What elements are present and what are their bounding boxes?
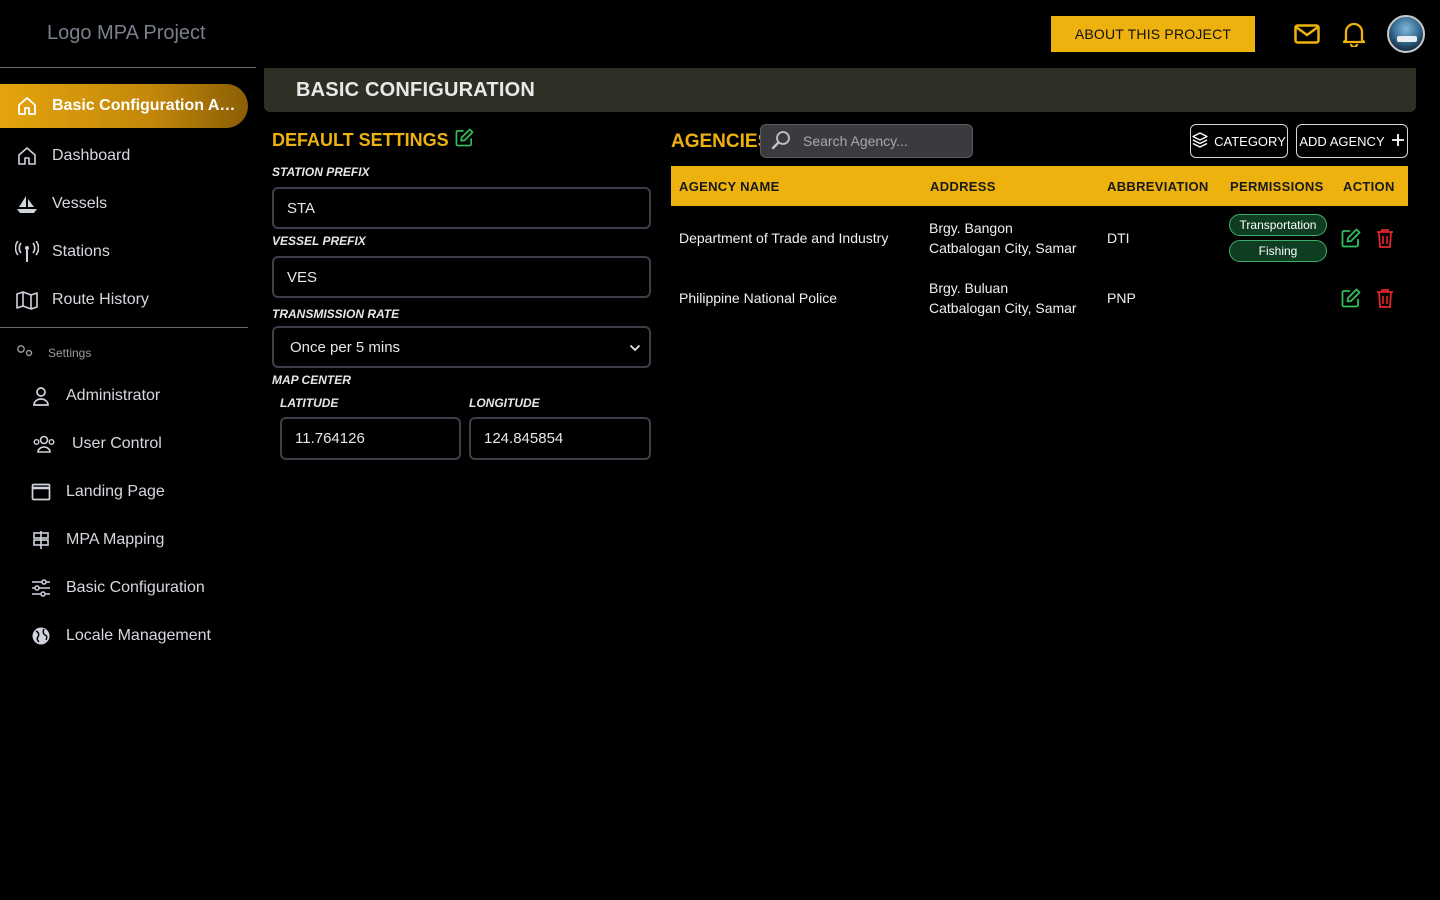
longitude-input[interactable]: 124.845854	[469, 417, 651, 460]
sidebar-item-label: User Control	[72, 435, 162, 452]
home-icon	[0, 146, 52, 166]
vessel-prefix-input[interactable]: VES	[272, 256, 651, 298]
default-settings-title: DEFAULT SETTINGS	[272, 128, 474, 152]
transmission-rate-select[interactable]: Once per 5 mins	[272, 326, 651, 368]
sliders-icon	[0, 579, 66, 597]
chevron-down-icon	[629, 339, 641, 356]
sidebar-item-label: Locale Management	[66, 627, 211, 644]
users-icon	[0, 434, 72, 454]
globe-icon	[0, 626, 66, 646]
app-logo: Logo MPA Project	[47, 22, 206, 44]
latitude-input[interactable]: 11.764126	[280, 417, 461, 460]
page-title: BASIC CONFIGURATION	[264, 68, 1416, 112]
sidebar-item-label: Landing Page	[66, 483, 165, 500]
sidebar-item-user-control[interactable]: User Control	[0, 422, 248, 466]
bell-icon[interactable]	[1340, 20, 1368, 48]
map-icon	[0, 290, 52, 310]
user-icon	[0, 386, 66, 406]
gears-icon	[16, 344, 34, 361]
sidebar-item-label: Route History	[52, 291, 149, 308]
sidebar-divider	[0, 327, 248, 328]
agencies-table-header: AGENCY NAME ADDRESS ABBREVIATION PERMISS…	[671, 166, 1408, 206]
transmission-rate-label: TRANSMISSION RATE	[272, 307, 400, 321]
station-prefix-label: STATION PREFIX	[272, 165, 370, 179]
agencies-title: AGENCIES	[671, 131, 771, 152]
user-avatar[interactable]	[1387, 15, 1425, 53]
edit-icon[interactable]	[1340, 227, 1362, 249]
home-icon	[0, 96, 52, 116]
sidebar-item-basic-configuration-active[interactable]: Basic Configuration Act...	[0, 84, 248, 128]
signpost-icon	[0, 530, 66, 550]
address-cell: Brgy. Bangon Catbalogan City, Samar	[929, 220, 1077, 256]
layers-icon	[1192, 131, 1208, 151]
sidebar-item-label: Dashboard	[52, 147, 131, 164]
permission-badge: Transportation	[1229, 214, 1327, 236]
address-cell: Brgy. Buluan Catbalogan City, Samar	[929, 280, 1077, 316]
abbreviation-cell: PNP	[1107, 290, 1136, 306]
sidebar-item-route-history[interactable]: Route History	[0, 278, 248, 322]
trash-icon[interactable]	[1374, 227, 1396, 249]
sidebar-item-administrator[interactable]: Administrator	[0, 374, 248, 418]
edit-icon[interactable]	[455, 128, 474, 152]
column-agency-name: AGENCY NAME	[679, 178, 780, 194]
settings-section-label: Settings	[16, 344, 91, 361]
column-address: ADDRESS	[930, 178, 996, 194]
map-center-label: MAP CENTER	[272, 373, 351, 387]
about-project-button[interactable]: ABOUT THIS PROJECT	[1051, 16, 1255, 52]
column-action: ACTION	[1343, 178, 1395, 194]
permission-badge: Fishing	[1229, 240, 1327, 262]
category-button[interactable]: CATEGORY	[1190, 124, 1288, 158]
agency-name-cell: Department of Trade and Industry	[679, 230, 889, 246]
sidebar-item-basic-configuration[interactable]: Basic Configuration	[0, 566, 248, 610]
add-agency-button[interactable]: ADD AGENCY	[1296, 124, 1408, 158]
sidebar-top-divider	[0, 67, 256, 68]
sidebar-item-label: Vessels	[52, 195, 108, 212]
sidebar-item-label: Basic Configuration	[66, 579, 205, 596]
agency-name-cell: Philippine National Police	[679, 290, 837, 306]
station-prefix-input[interactable]: STA	[272, 187, 651, 229]
sidebar-item-stations[interactable]: Stations	[0, 230, 248, 274]
latitude-label: LATITUDE	[280, 396, 339, 410]
sidebar-item-landing-page[interactable]: Landing Page	[0, 470, 248, 514]
longitude-label: LONGITUDE	[469, 396, 540, 410]
mail-icon[interactable]	[1293, 20, 1321, 48]
vessel-prefix-label: VESSEL PREFIX	[272, 234, 366, 248]
sidebar-item-label: MPA Mapping	[66, 531, 165, 548]
sidebar-item-dashboard[interactable]: Dashboard	[0, 134, 248, 178]
sidebar-item-label: Administrator	[66, 387, 161, 404]
antenna-icon	[0, 241, 52, 263]
edit-icon[interactable]	[1340, 287, 1362, 309]
column-abbreviation: ABBREVIATION	[1107, 178, 1209, 194]
sidebar-item-vessels[interactable]: Vessels	[0, 182, 248, 226]
sidebar-item-mpa-mapping[interactable]: MPA Mapping	[0, 518, 248, 562]
trash-icon[interactable]	[1374, 287, 1396, 309]
search-icon	[771, 130, 791, 153]
sidebar-item-label: Stations	[52, 243, 110, 260]
sidebar-item-locale-management[interactable]: Locale Management	[0, 614, 248, 658]
search-agency-input[interactable]: Search Agency...	[760, 124, 973, 158]
sailboat-icon	[0, 194, 52, 214]
abbreviation-cell: DTI	[1107, 230, 1130, 246]
column-permissions: PERMISSIONS	[1230, 178, 1324, 194]
sidebar-item-label: Basic Configuration Act...	[52, 97, 244, 114]
window-icon	[0, 483, 66, 501]
plus-icon	[1391, 133, 1405, 150]
